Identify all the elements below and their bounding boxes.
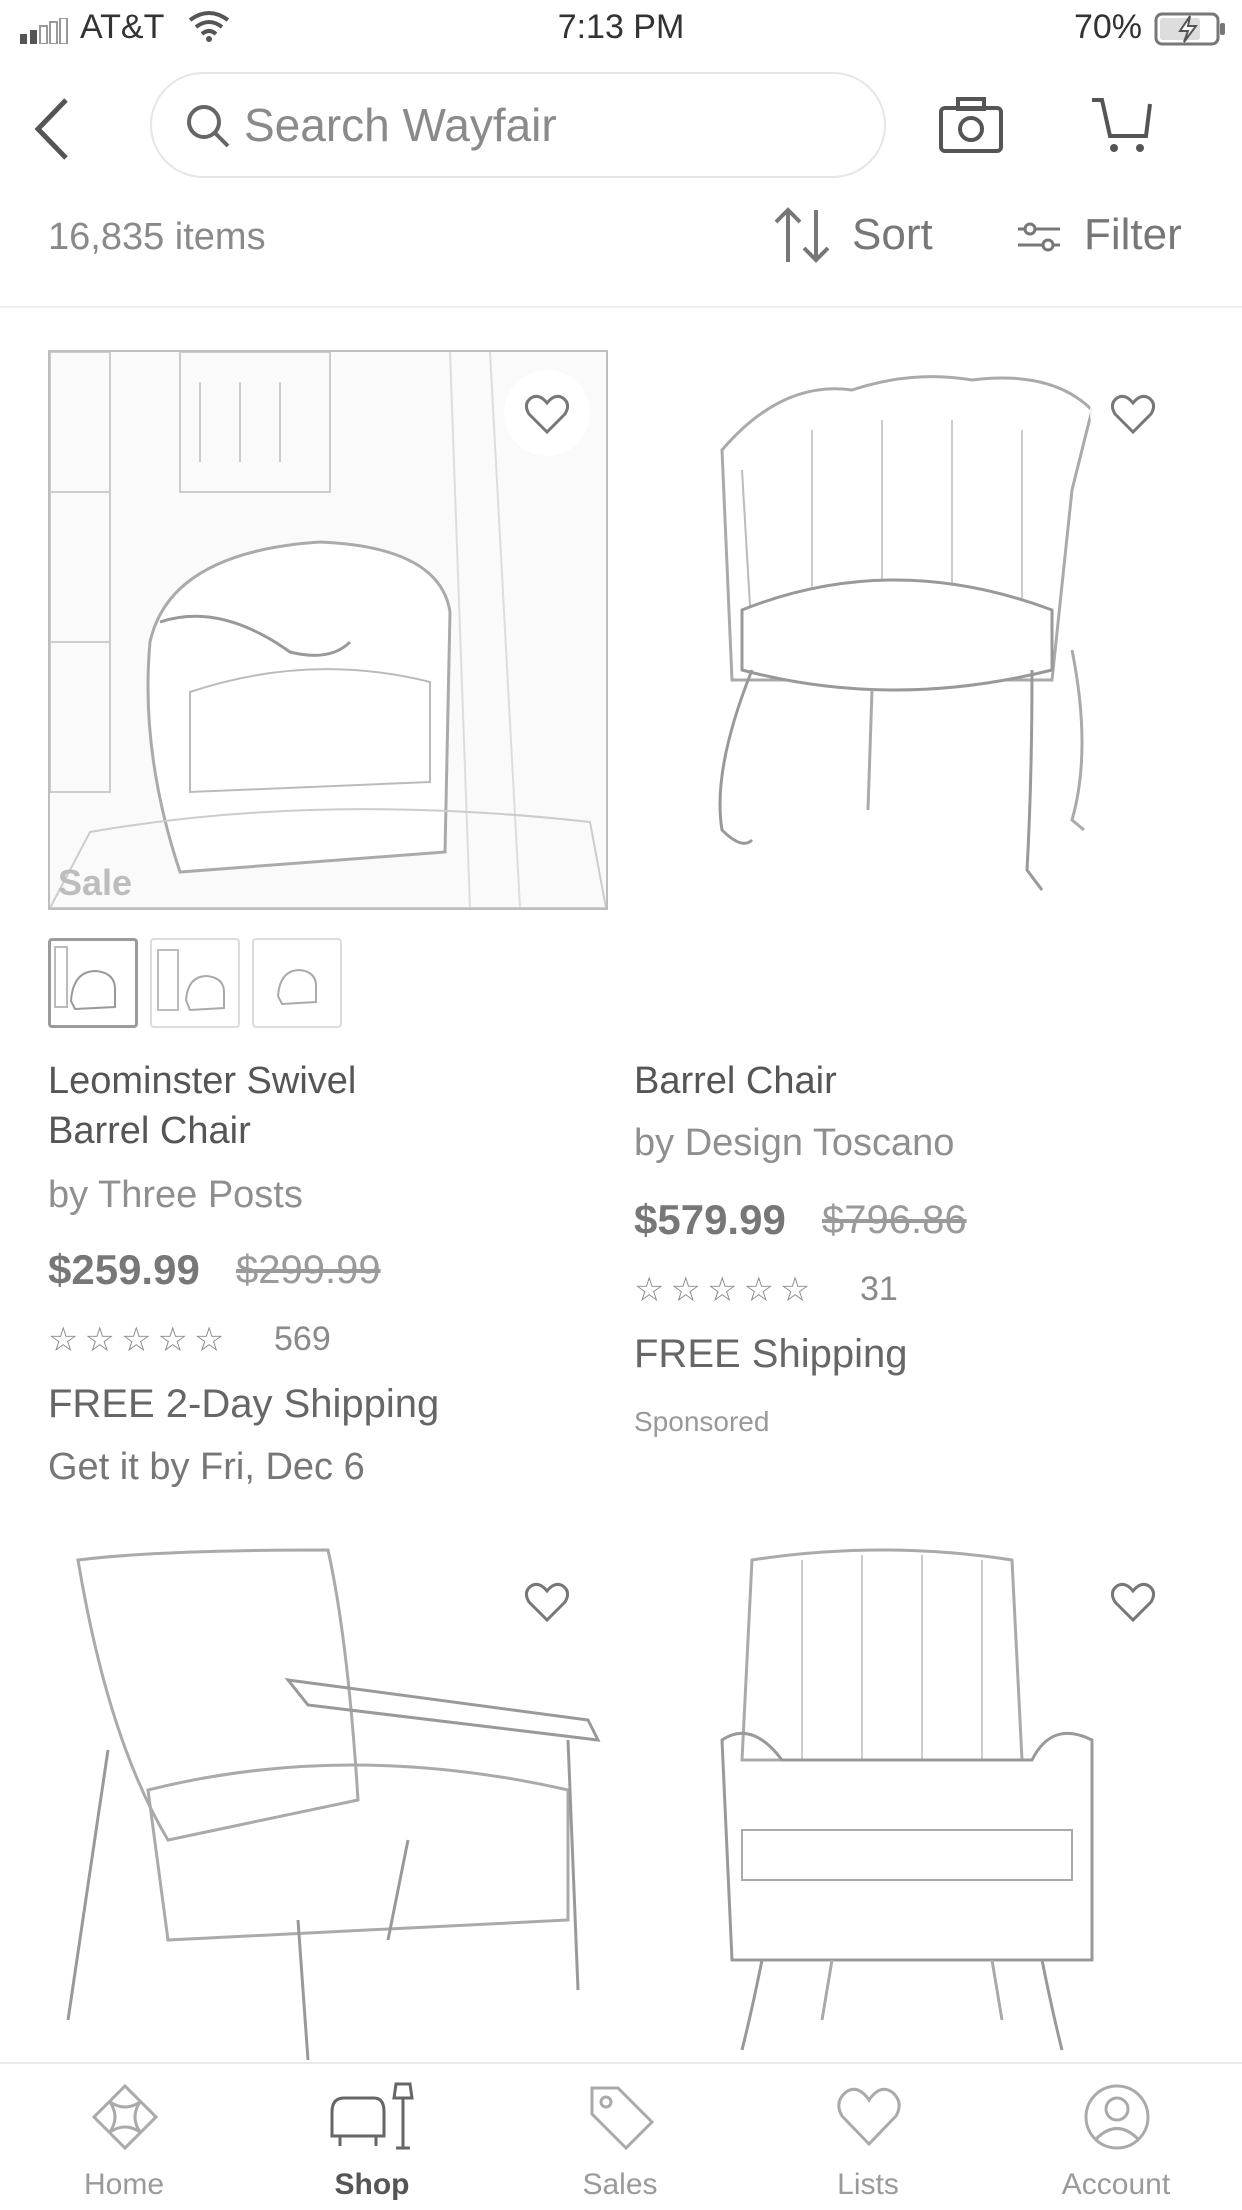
- color-swatch[interactable]: [48, 938, 138, 1028]
- heart-icon: [525, 394, 569, 434]
- product-title[interactable]: Barrel Chair: [48, 1106, 251, 1156]
- tab-home[interactable]: Home: [0, 2064, 248, 2210]
- product-title[interactable]: Leominster Swivel: [48, 1056, 356, 1106]
- swatch-thumbnail: [54, 946, 116, 1011]
- sale-badge: Sale: [58, 862, 133, 903]
- swatch-thumbnail: [157, 949, 225, 1012]
- original-price: $299.99: [236, 1248, 381, 1292]
- search-bar[interactable]: Search Wayfair: [150, 72, 886, 178]
- tab-account[interactable]: Account: [992, 2064, 1240, 2210]
- swatch-thumbnail: [276, 968, 317, 1006]
- status-bar: AT&T 7:13 PM 70%: [0, 0, 1242, 60]
- search-icon: [187, 105, 230, 148]
- tab-label: Account: [1061, 2168, 1171, 2201]
- review-count: 31: [860, 1270, 898, 1308]
- heart-icon: [525, 1582, 569, 1622]
- sales-tag-icon: [590, 2086, 655, 2151]
- heart-icon: [1111, 1582, 1155, 1622]
- toolbar-divider: [0, 306, 1242, 308]
- filter-button[interactable]: Filter: [1084, 210, 1182, 260]
- favorite-button[interactable]: [1090, 1558, 1176, 1644]
- cart-icon[interactable]: [1090, 96, 1154, 156]
- tab-lists[interactable]: Lists: [744, 2064, 992, 2210]
- favorite-button[interactable]: [1090, 370, 1176, 456]
- tab-label: Home: [83, 2168, 165, 2201]
- tab-sales[interactable]: Sales: [496, 2064, 744, 2210]
- product-brand[interactable]: by Three Posts: [48, 1174, 303, 1217]
- review-count: 569: [274, 1320, 331, 1358]
- battery-charging-icon: [1154, 12, 1225, 46]
- color-swatch[interactable]: [252, 938, 342, 1028]
- product-brand[interactable]: by Design Toscano: [634, 1122, 954, 1165]
- tab-label: Lists: [837, 2168, 899, 2201]
- back-chevron-icon[interactable]: [30, 96, 80, 162]
- sort-button[interactable]: Sort: [852, 210, 933, 260]
- battery-percentage: 70%: [1073, 8, 1142, 46]
- product-price: $259.99: [48, 1246, 200, 1293]
- color-swatch[interactable]: [150, 938, 240, 1028]
- home-icon: [91, 2083, 159, 2151]
- original-price: $796.86: [822, 1198, 967, 1242]
- heart-icon: [1111, 394, 1155, 434]
- tab-label: Sales: [582, 2168, 658, 2201]
- tab-label: Shop: [334, 2168, 410, 2201]
- clock: 7:13 PM: [557, 8, 685, 46]
- product-title[interactable]: Barrel Chair: [634, 1056, 837, 1106]
- shipping-info: FREE 2-Day Shipping: [48, 1382, 440, 1426]
- result-count: 16,835 items: [48, 216, 266, 258]
- sort-icon[interactable]: [772, 206, 836, 264]
- search-placeholder: Search Wayfair: [244, 99, 557, 151]
- shipping-info: FREE Shipping: [634, 1332, 908, 1376]
- favorite-button[interactable]: [504, 370, 590, 456]
- filter-icon[interactable]: [1016, 222, 1062, 252]
- camera-icon[interactable]: [938, 96, 1004, 154]
- tab-shop[interactable]: Shop: [248, 2064, 496, 2210]
- account-icon: [1084, 2084, 1150, 2150]
- sponsored-label: Sponsored: [634, 1406, 770, 1437]
- bottom-tab-bar: Home Shop Sales Lists Account: [0, 2062, 1242, 2210]
- favorite-button[interactable]: [504, 1558, 590, 1644]
- star-rating: ☆☆☆☆☆: [48, 1321, 231, 1359]
- shop-icon: [330, 2082, 414, 2150]
- star-rating: ☆☆☆☆☆: [634, 1271, 817, 1309]
- delivery-date: Get it by Fri, Dec 6: [48, 1446, 365, 1488]
- heart-icon: [837, 2087, 901, 2147]
- product-price: $579.99: [634, 1196, 786, 1243]
